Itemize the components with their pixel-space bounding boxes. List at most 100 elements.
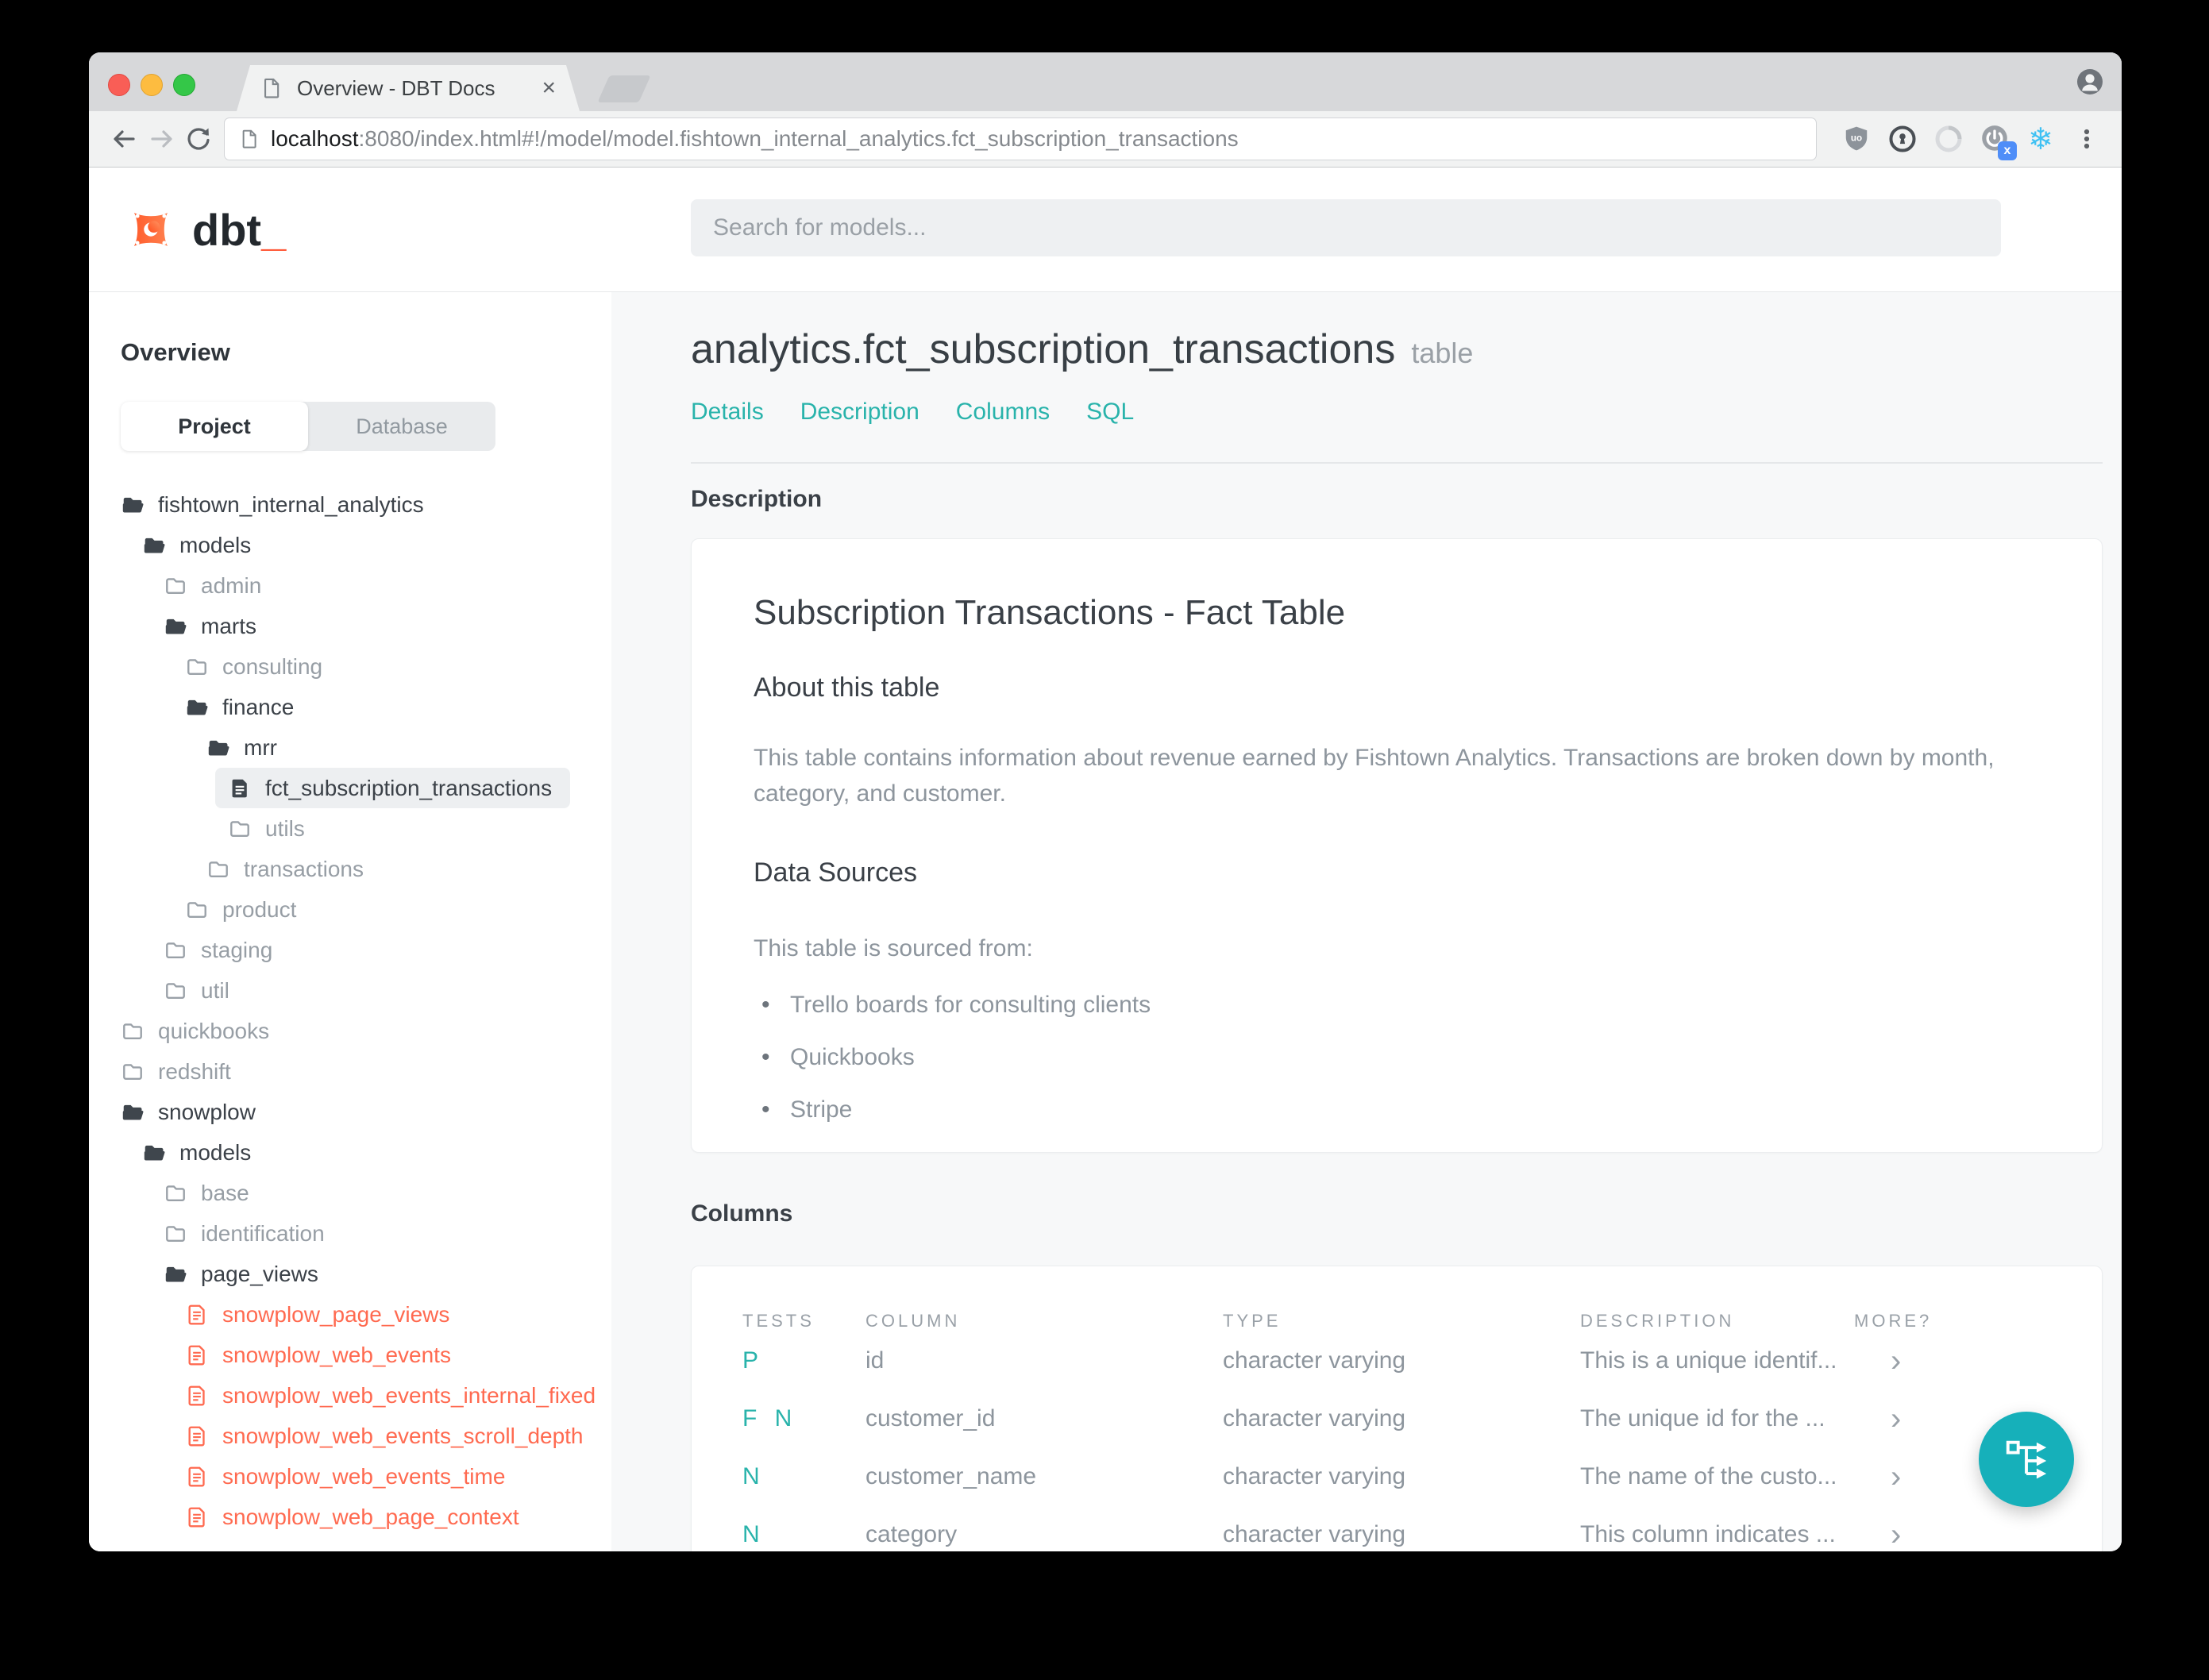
column-header-type: TYPE	[1223, 1311, 1282, 1331]
tree-item-redshift[interactable]: redshift	[121, 1051, 570, 1092]
folder-closed-icon	[166, 577, 185, 594]
browser-tab[interactable]: Overview - DBT Docs ×	[237, 65, 580, 111]
column-row-customer_name[interactable]: Ncustomer_name character varying The name …	[742, 1447, 2051, 1505]
back-button[interactable]	[106, 121, 143, 157]
tree-item-label: page_views	[201, 1261, 318, 1286]
tree-item-snowplow[interactable]: snowplow	[121, 1092, 570, 1132]
tree-item-finance[interactable]: finance	[185, 687, 570, 727]
subnav-link-sql[interactable]: SQL	[1086, 399, 1134, 426]
browser-profile-avatar[interactable]	[2076, 67, 2104, 100]
tree-item-staging[interactable]: staging	[164, 930, 570, 970]
dbt-docs-page: dbt_ Overview ProjectDatabase fishtown_i…	[89, 168, 2122, 1551]
tree-item-admin[interactable]: admin	[164, 565, 570, 606]
tree-item-quickbooks[interactable]: quickbooks	[121, 1011, 570, 1051]
folder-open-icon	[144, 1145, 165, 1160]
tree-item-snowplow_web_page_context[interactable]: snowplow_web_page_context	[185, 1497, 570, 1537]
tree-item-mrr[interactable]: mrr	[206, 727, 570, 768]
forward-button[interactable]	[143, 121, 179, 157]
tree-item-snowplow_web_events[interactable]: snowplow_web_events	[185, 1335, 570, 1375]
browser-window: Overview - DBT Docs × localhost:8080/ind…	[89, 52, 2122, 1551]
columns-table-body: Pid character varying This is a unique ide…	[742, 1331, 2051, 1551]
dbt-logo[interactable]: dbt_	[124, 202, 286, 256]
tree-item-page_views[interactable]: page_views	[164, 1254, 570, 1294]
onepassword-extension-button[interactable]	[1885, 121, 1920, 156]
tree-item-label: marts	[201, 613, 256, 638]
lineage-graph-icon	[2006, 1440, 2047, 1479]
sidebar-tab-project[interactable]: Project	[121, 402, 308, 451]
column-type: character varying	[1223, 1520, 1406, 1547]
file-icon	[188, 1466, 205, 1487]
data-source-item: Stripe	[761, 1096, 2040, 1123]
tree-item-util[interactable]: util	[164, 970, 570, 1011]
lineage-graph-fab[interactable]	[1979, 1412, 2074, 1507]
folder-closed-icon	[209, 861, 228, 877]
folder-closed-icon	[166, 982, 185, 999]
tests-badges: P	[742, 1347, 765, 1374]
minimize-window-button[interactable]	[141, 74, 163, 96]
page-title: analytics.fct_subscription_transactions	[691, 326, 1396, 372]
tree-item-snowplow_web_events_time[interactable]: snowplow_web_events_time	[185, 1456, 570, 1497]
tree-item-fct_subscription_transactions[interactable]: fct_subscription_transactions	[215, 768, 570, 808]
new-tab-button[interactable]	[597, 75, 651, 102]
tree-item-consulting[interactable]: consulting	[185, 646, 570, 687]
subnav-link-details[interactable]: Details	[691, 399, 764, 426]
tree-item-label: fct_subscription_transactions	[265, 775, 553, 800]
main-panel: analytics.fct_subscription_transactions …	[611, 292, 2122, 1551]
file-icon	[232, 779, 247, 797]
tree-item-marts[interactable]: marts	[164, 606, 570, 646]
tree-item-models[interactable]: models	[142, 525, 570, 565]
url-path: :8080/index.html#!/model/model.fishtown_…	[358, 126, 1239, 151]
tree-item-base[interactable]: base	[164, 1173, 570, 1213]
description-card: Subscription Transactions - Fact Table A…	[691, 538, 2103, 1153]
tree-item-label: snowplow	[158, 1099, 256, 1124]
tree-item-label: snowplow_web_events_scroll_depth	[222, 1423, 584, 1448]
faded-circle-icon	[1935, 125, 1962, 152]
column-row-category[interactable]: Ncategory character varying This column in…	[742, 1505, 2051, 1551]
tree-item-fishtown_internal_analytics[interactable]: fishtown_internal_analytics	[121, 484, 570, 525]
svg-text:uo: uo	[1851, 133, 1862, 144]
column-header-column: COLUMN	[865, 1311, 961, 1331]
column-row-customer_id[interactable]: F N customer_id character varying The uniqu…	[742, 1389, 2051, 1447]
person-icon	[2077, 69, 2103, 94]
tree-item-utils[interactable]: utils	[228, 808, 570, 849]
column-name: customer_id	[865, 1404, 996, 1431]
expand-chevron-icon[interactable]: ›	[1854, 1345, 2051, 1377]
url-text: localhost:8080/index.html#!/model/model.…	[271, 126, 1239, 152]
folder-open-icon	[144, 538, 165, 553]
tree-item-transactions[interactable]: transactions	[206, 849, 570, 889]
tree-item-identification[interactable]: identification	[164, 1213, 570, 1254]
sidebar: Overview Project Database fishtown_intern…	[89, 292, 611, 1551]
data-sources-intro: This table is sourced from:	[754, 935, 1033, 961]
data-source-item: Trello boards for consulting clients	[761, 992, 2040, 1019]
folder-closed-icon	[187, 658, 206, 675]
subnav-link-description[interactable]: Description	[800, 399, 919, 426]
sidebar-tab-database[interactable]: Database	[308, 402, 495, 451]
search-input[interactable]	[711, 214, 1980, 242]
tree-item-snowplow_page_views[interactable]: snowplow_page_views	[185, 1294, 570, 1335]
tree-item-snowplow_web_events_internal_fixed[interactable]: snowplow_web_events_internal_fixed	[185, 1375, 596, 1416]
column-description: The unique id for the ...	[1580, 1404, 1825, 1431]
disabled-extension-button[interactable]	[1931, 121, 1966, 156]
browser-tab-bar: Overview - DBT Docs ×	[89, 52, 2122, 111]
tree-item-snowplow_web_events_scroll_depth[interactable]: snowplow_web_events_scroll_depth	[185, 1416, 584, 1456]
logo-cursor: _	[261, 204, 287, 255]
subnav-link-columns[interactable]: Columns	[956, 399, 1050, 426]
back-arrow-icon	[114, 130, 135, 148]
tree-item-label: mrr	[244, 734, 277, 760]
zoom-window-button[interactable]	[173, 74, 195, 96]
power-x-extension-button[interactable]: x	[1977, 121, 2017, 160]
column-row-id[interactable]: Pid character varying This is a unique ide…	[742, 1331, 2051, 1389]
snowflake-extension-button[interactable]: ❄	[2023, 121, 2058, 156]
file-icon	[188, 1304, 205, 1325]
ublock-extension-button[interactable]: uo	[1839, 121, 1874, 156]
browser-menu-button[interactable]	[2069, 121, 2104, 156]
expand-chevron-icon[interactable]: ›	[1854, 1519, 2051, 1551]
search-bar[interactable]	[691, 199, 2001, 256]
tree-item-product[interactable]: product	[185, 889, 570, 930]
close-tab-icon[interactable]: ×	[542, 76, 556, 100]
reload-button[interactable]	[179, 121, 216, 157]
page-favicon-icon	[260, 77, 283, 99]
close-window-button[interactable]	[108, 74, 130, 96]
url-bar[interactable]: localhost:8080/index.html#!/model/model.…	[224, 118, 1817, 160]
tree-item-models[interactable]: models	[142, 1132, 570, 1173]
